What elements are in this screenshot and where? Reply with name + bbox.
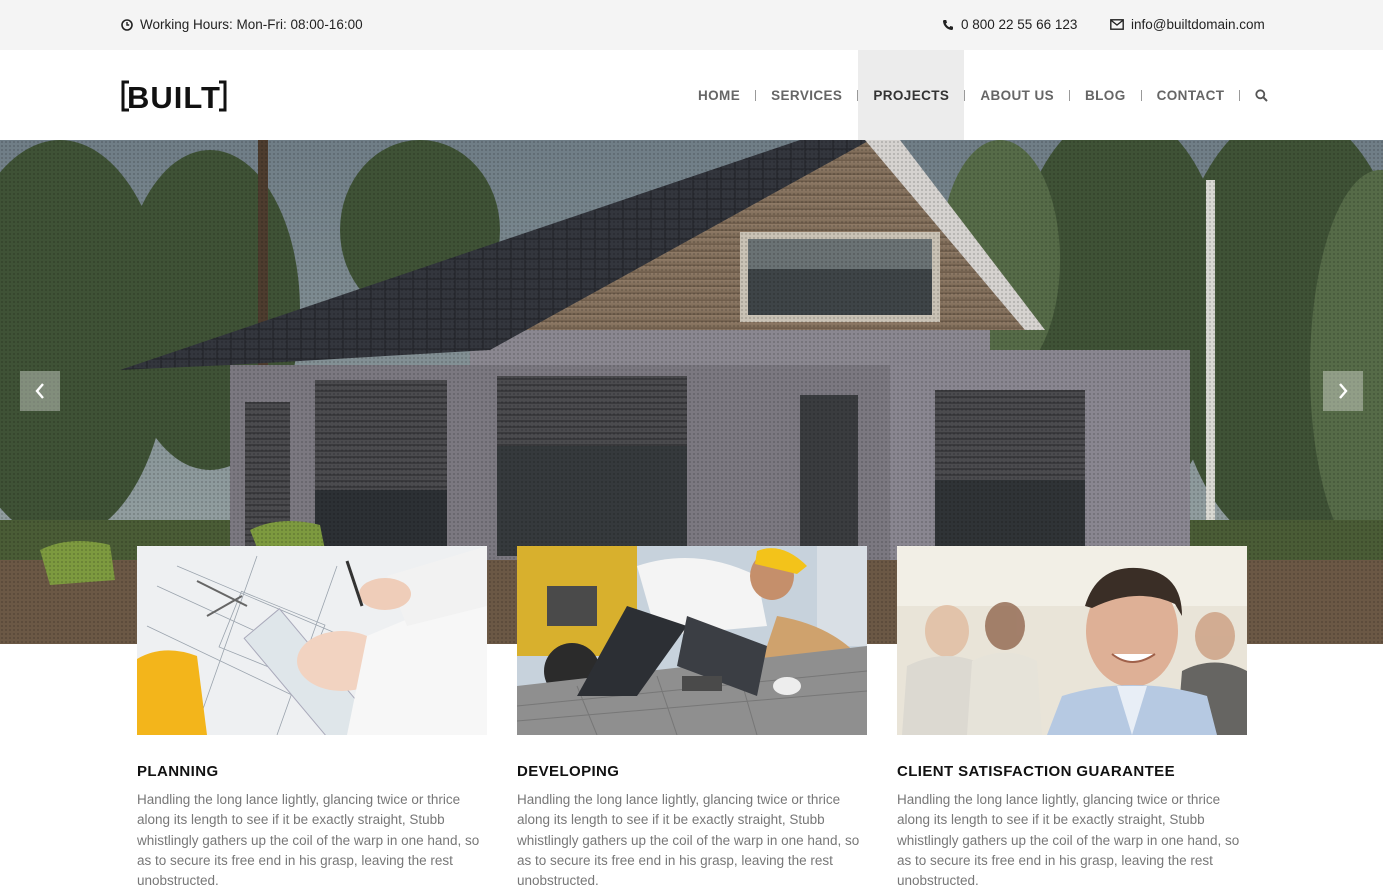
phone-contact[interactable]: 0 800 22 55 66 123 <box>942 17 1077 32</box>
slider-prev-button[interactable] <box>20 371 60 411</box>
main-nav: HOME SERVICES PROJECTS ABOUT US BLOG CON… <box>683 50 1283 140</box>
search-button[interactable] <box>1240 50 1283 140</box>
nav-home[interactable]: HOME <box>683 50 755 140</box>
planning-image <box>137 546 487 735</box>
card-text: Handling the long lance lightly, glancin… <box>897 792 1240 889</box>
logo-text: BUILT <box>127 80 221 114</box>
working-hours-text: Working Hours: Mon-Fri: 08:00-16:00 <box>140 17 363 32</box>
card-title: PLANNING <box>137 763 219 780</box>
service-card-client-satisfaction: CLIENT SATISFACTION GUARANTEE Handling t… <box>897 546 1247 890</box>
email-contact[interactable]: info@builtdomain.com <box>1110 17 1265 32</box>
search-icon <box>1255 88 1269 102</box>
clock-icon <box>121 18 133 31</box>
phone-number[interactable]: 0 800 22 55 66 123 <box>961 17 1077 32</box>
working-hours: Working Hours: Mon-Fri: 08:00-16:00 <box>121 17 363 32</box>
chevron-left-icon <box>35 383 44 399</box>
client-satisfaction-image <box>897 546 1247 735</box>
nav-projects[interactable]: PROJECTS <box>858 50 965 140</box>
nav-about-us[interactable]: ABOUT US <box>965 50 1069 140</box>
developing-image <box>517 546 867 735</box>
card-text: Handling the long lance lightly, glancin… <box>137 792 480 889</box>
card-text: Handling the long lance lightly, glancin… <box>517 792 860 889</box>
service-card-developing: DEVELOPING Handling the long lance light… <box>517 546 867 890</box>
email-address[interactable]: info@builtdomain.com <box>1131 17 1265 32</box>
slider-next-button[interactable] <box>1323 371 1363 411</box>
top-info-bar: Working Hours: Mon-Fri: 08:00-16:00 0 80… <box>0 0 1383 50</box>
phone-icon <box>943 19 953 30</box>
card-title: CLIENT SATISFACTION GUARANTEE <box>897 763 1175 780</box>
service-card-planning: PLANNING Handling the long lance lightly… <box>137 546 487 890</box>
card-title: DEVELOPING <box>517 763 620 780</box>
site-header: BUILT HOME SERVICES PROJECTS ABOUT US BL… <box>0 50 1383 140</box>
nav-blog[interactable]: BLOG <box>1070 50 1141 140</box>
envelope-icon <box>1110 19 1124 30</box>
logo[interactable]: BUILT <box>121 78 227 115</box>
chevron-right-icon <box>1339 383 1348 399</box>
nav-services[interactable]: SERVICES <box>756 50 857 140</box>
nav-contact[interactable]: CONTACT <box>1142 50 1240 140</box>
